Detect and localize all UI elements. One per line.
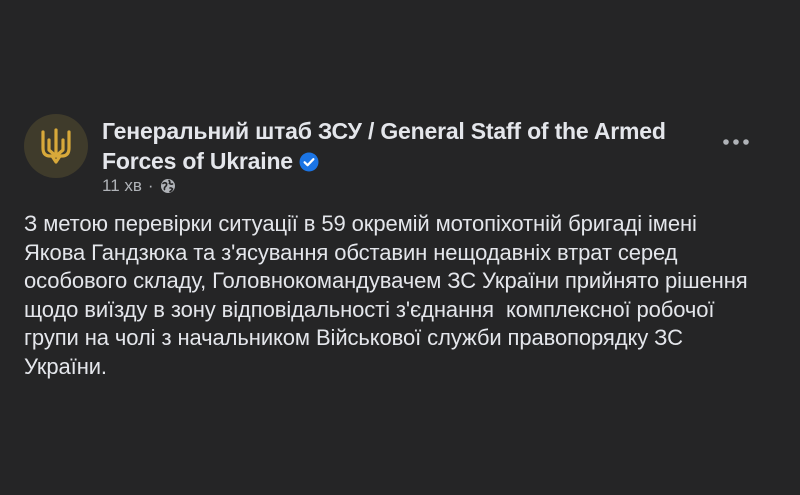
more-options-button[interactable] xyxy=(718,130,754,154)
author-name[interactable]: Генеральний штаб ЗСУ / General Staff of … xyxy=(102,118,666,174)
facebook-post: Генеральний штаб ЗСУ / General Staff of … xyxy=(0,0,800,495)
more-options-icon xyxy=(723,139,749,145)
globe-icon[interactable] xyxy=(160,178,176,194)
post-body-text: З метою перевірки ситуації в 59 окремій … xyxy=(24,211,748,379)
trident-emblem-icon xyxy=(41,128,71,164)
meta-separator: · xyxy=(147,176,154,195)
page-avatar[interactable] xyxy=(24,114,88,178)
post-timestamp[interactable]: 11 хв xyxy=(102,176,142,196)
verified-badge-icon xyxy=(299,152,319,172)
post-meta: 11 хв · xyxy=(102,176,176,196)
author-line: Генеральний штаб ЗСУ / General Staff of … xyxy=(102,116,722,176)
